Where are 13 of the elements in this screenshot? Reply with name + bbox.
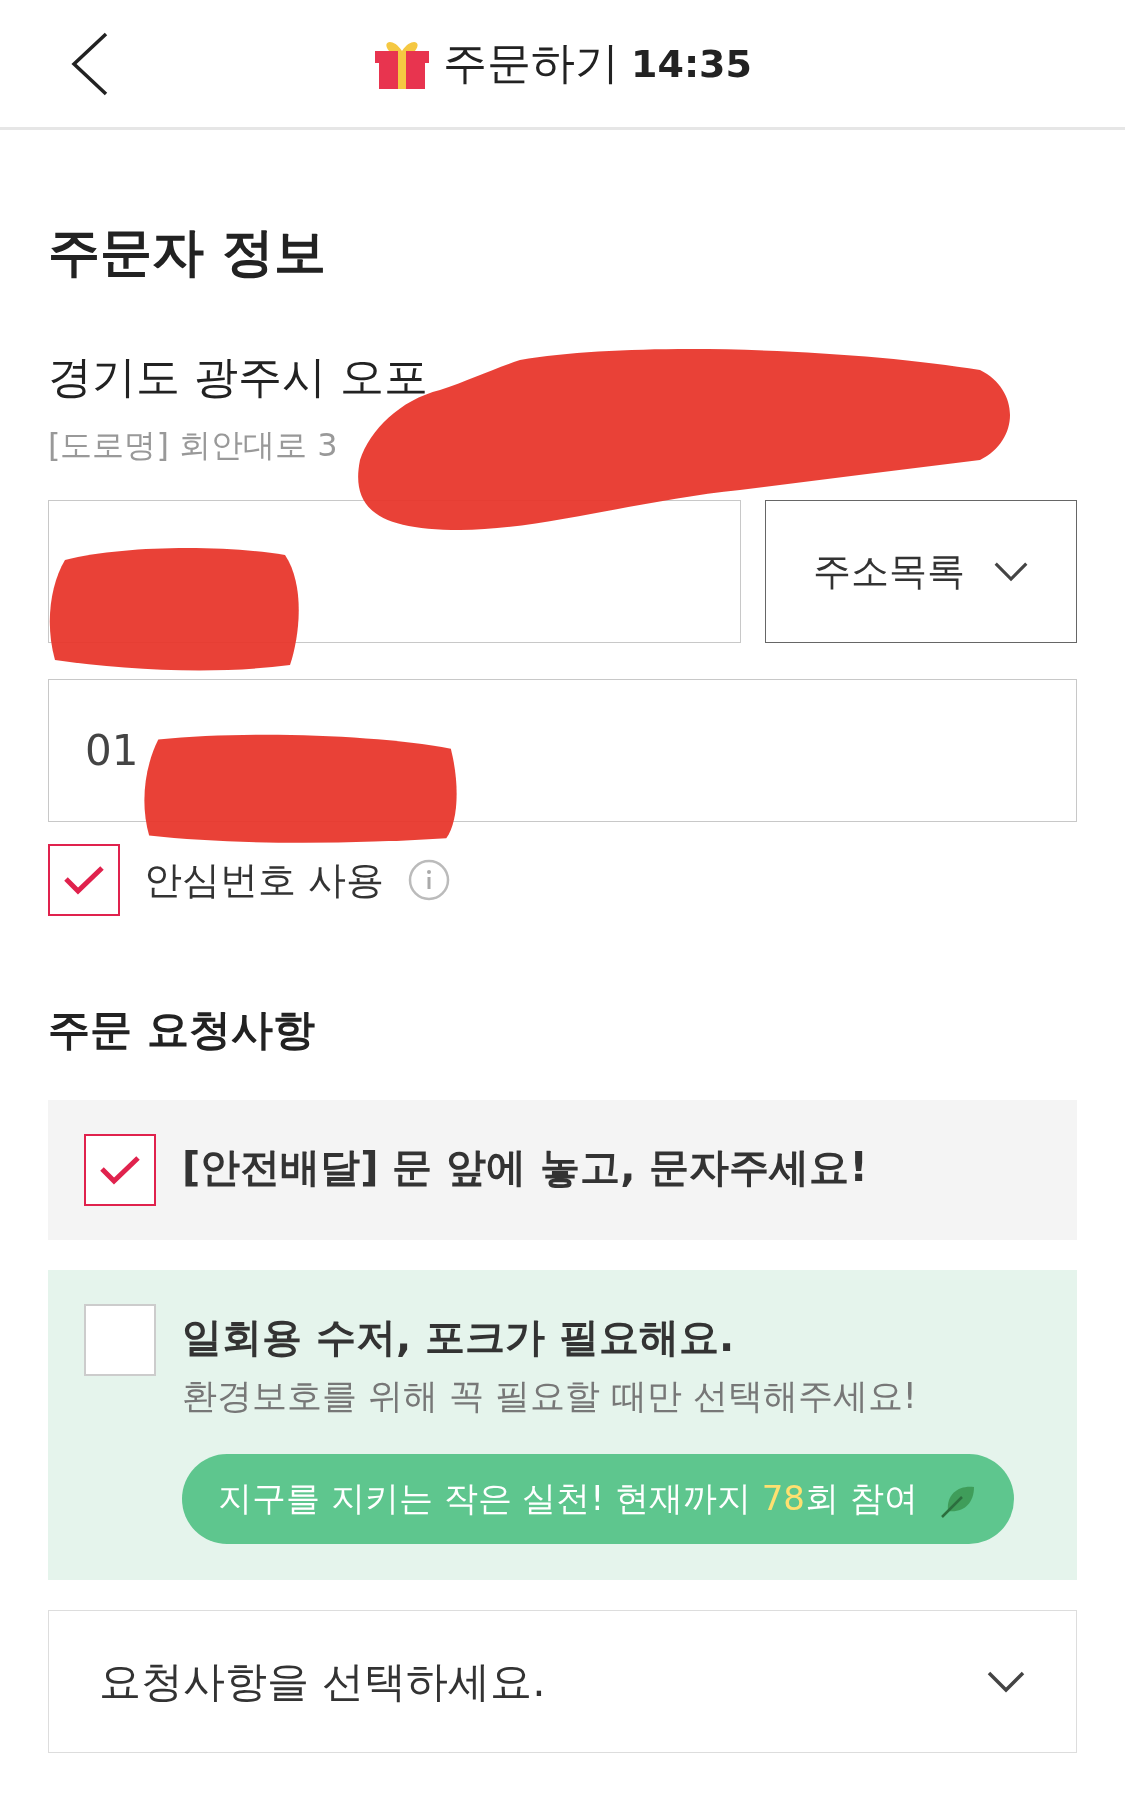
option-label: [안전배달] 문 앞에 놓고, 문자주세요! [182,1143,868,1192]
page-title: 주문하기 [443,36,619,90]
address-text: 경기도 광주시 오포 [48,351,428,402]
checkbox-label: 안심번호 사용 [144,856,385,904]
section-title: 주문 요청사항 [48,1004,316,1056]
option-label: 일회용 수저, 포크가 필요해요. [182,1313,736,1362]
time-label: 14:35 [631,41,752,86]
eco-badge: 지구를 지키는 작은 실천! 현재까지 78회 참여 [182,1454,1014,1544]
road-address-text: [도로명] 회안대로 3 [48,426,338,464]
section-title: 주문자 정보 [48,221,328,284]
address-list-button[interactable]: 주소목록 [765,500,1077,643]
request-select[interactable]: 요청사항을 선택하세요. [48,1610,1077,1753]
option-note: 환경보호를 위해 꼭 필요할 때만 선택해주세요! [182,1375,918,1418]
